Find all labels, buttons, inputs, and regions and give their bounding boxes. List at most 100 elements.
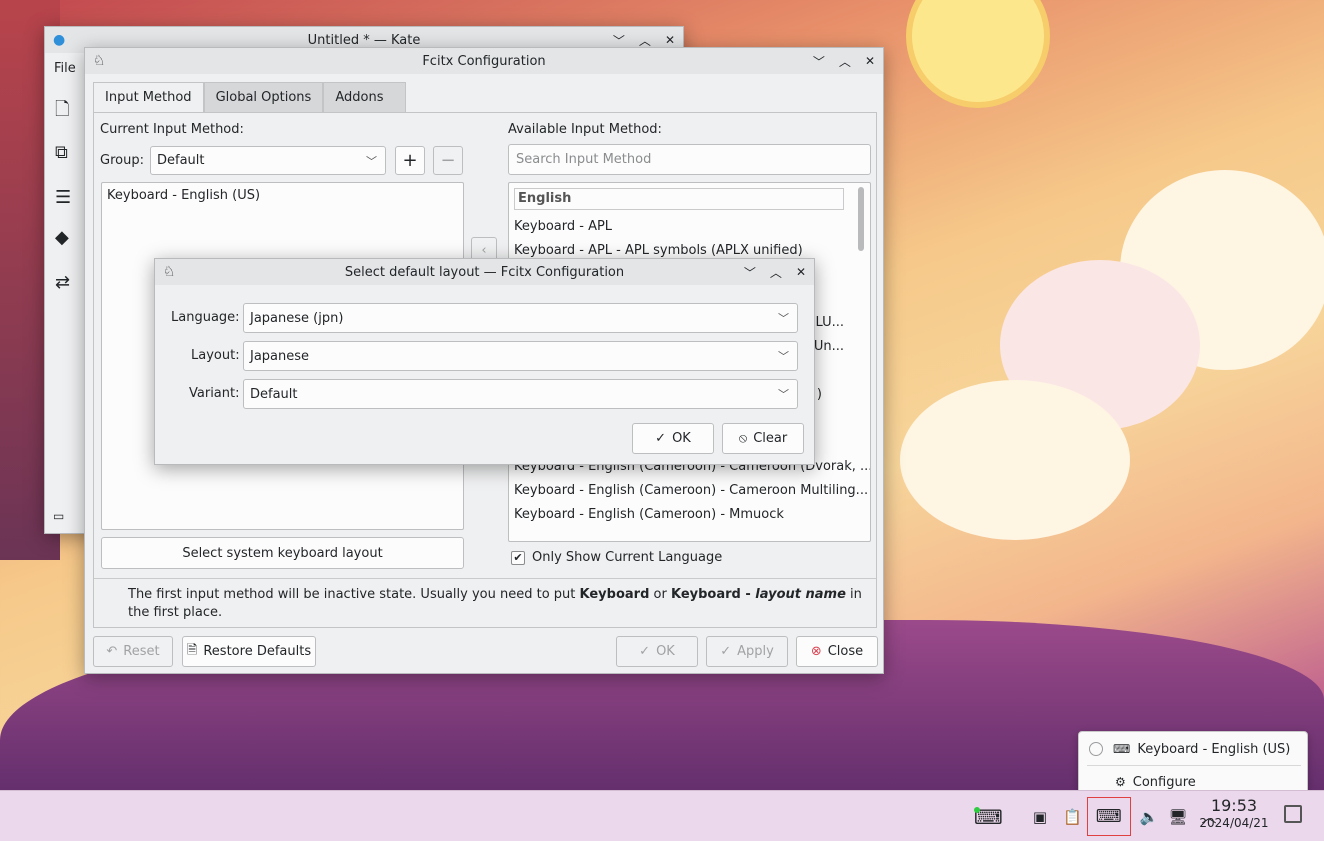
document-icon: 🗎: [186, 642, 198, 658]
close-button[interactable]: ⊗ Close: [796, 636, 878, 667]
close-icon[interactable]: ✕: [865, 54, 875, 68]
check-icon: ✓: [655, 431, 667, 446]
settings-icon: ⚙: [1115, 775, 1126, 789]
info-text-part: or: [649, 587, 671, 602]
fcitx-app-icon: ♘: [93, 53, 106, 69]
chevron-down-icon: ﹀: [366, 154, 377, 168]
restore-defaults-button[interactable]: 🗎 Restore Defaults: [182, 636, 316, 667]
apply-button[interactable]: ✓ Apply: [706, 636, 788, 667]
popup-item-label: Keyboard - English (US): [1137, 741, 1291, 757]
clock[interactable]: 19:53 2024/04/21: [1199, 797, 1269, 831]
restore-label: Restore Defaults: [203, 644, 312, 659]
language-label: Language:: [171, 310, 240, 325]
remove-group-button[interactable]: −: [433, 146, 463, 175]
popup-item-keyboard[interactable]: ⌨ Keyboard - English (US): [1079, 735, 1307, 763]
close-icon[interactable]: ✕: [665, 33, 675, 47]
radio-icon: [1089, 742, 1103, 756]
taskbar: ⌨ ▣ 📋 ⌨ 🔈 🖥 ︿ 19:53 2024/04/21: [0, 790, 1324, 841]
chevron-left-icon: ‹: [481, 242, 487, 258]
documents-icon[interactable]: ⧉: [55, 142, 68, 163]
keyboard-layout-icon[interactable]: ⌨: [974, 805, 1003, 829]
only-current-language-checkbox[interactable]: ✔: [511, 551, 525, 565]
select-system-keyboard-layout-button[interactable]: Select system keyboard layout: [101, 537, 464, 569]
list-item[interactable]: Keyboard - English (Cameroon) - Mmuock: [509, 503, 870, 527]
system-tray: ⌨ ▣ 📋 ⌨ 🔈 🖥 ︿: [974, 791, 1216, 841]
maximize-icon[interactable]: ︿: [639, 32, 651, 49]
group-label: Group:: [100, 153, 144, 168]
dialog-clear-label: Clear: [753, 431, 788, 446]
reset-label: Reset: [123, 644, 160, 659]
apply-label: Apply: [737, 644, 774, 659]
keyboard-icon: ⌨: [1113, 742, 1131, 756]
check-icon: ✓: [720, 644, 732, 659]
fcitx-keyboard-icon[interactable]: ⌨: [1086, 797, 1131, 836]
symbols-icon[interactable]: ⇄: [55, 272, 70, 293]
tab-input-method[interactable]: Input Method: [93, 82, 204, 112]
info-bold: Keyboard -: [670, 587, 756, 602]
dialog-ok-button[interactable]: ✓ OK: [632, 423, 714, 454]
terminal-icon[interactable]: ▣: [1033, 808, 1047, 826]
layout-combo[interactable]: Japanese ﹀: [243, 341, 798, 371]
plus-icon: +: [402, 150, 418, 171]
close-label: Close: [827, 644, 864, 659]
clock-time: 19:53: [1210, 796, 1258, 815]
projects-icon[interactable]: ☰: [55, 187, 71, 208]
dialog-clear-button[interactable]: ⦸ Clear: [722, 423, 804, 454]
layout-label: Layout:: [191, 348, 240, 363]
chevron-down-icon: ﹀: [778, 388, 789, 401]
list-group-header: English: [514, 188, 844, 210]
network-icon[interactable]: 🖥: [1168, 808, 1187, 826]
ok-label: OK: [656, 644, 675, 659]
minimize-icon[interactable]: ﹀: [744, 264, 756, 281]
divider: [94, 578, 876, 579]
current-input-method-label: Current Input Method:: [100, 122, 244, 137]
popup-item-label: Configure: [1132, 774, 1196, 790]
dialog-titlebar: ♘ Select default layout — Fcitx Configur…: [155, 259, 814, 285]
list-item[interactable]: Keyboard - APL: [509, 215, 870, 239]
info-bold-italic: layout name: [755, 587, 846, 602]
maximize-icon[interactable]: ︿: [839, 53, 851, 70]
search-placeholder: Search Input Method: [516, 152, 652, 167]
chevron-down-icon: ﹀: [778, 350, 789, 363]
undo-icon: ↶: [106, 644, 118, 659]
wallpaper-sun: [912, 0, 1044, 102]
git-icon[interactable]: ◆: [55, 227, 69, 248]
search-input[interactable]: Search Input Method: [508, 144, 871, 175]
language-combo[interactable]: Japanese (jpn) ﹀: [243, 303, 798, 333]
add-group-button[interactable]: +: [395, 146, 425, 175]
layout-value: Japanese: [250, 348, 310, 364]
tray-popup-menu: ⌨ Keyboard - English (US) ⚙ Configure: [1078, 731, 1308, 797]
minimize-icon[interactable]: ﹀: [613, 32, 625, 49]
tab-global-options[interactable]: Global Options: [203, 82, 324, 112]
new-document-icon[interactable]: 🗋: [55, 97, 69, 127]
variant-combo[interactable]: Default ﹀: [243, 379, 798, 409]
wallpaper-cloud: [900, 380, 1130, 540]
tab-bar: Input Method Global Options Addons: [93, 82, 407, 112]
dialog-title: Select default layout — Fcitx Configurat…: [344, 264, 625, 280]
fcitx-title: Fcitx Configuration: [422, 53, 546, 69]
ok-button[interactable]: ✓ OK: [616, 636, 698, 667]
clipboard-icon[interactable]: 📋: [1063, 808, 1082, 826]
available-input-method-label: Available Input Method:: [508, 122, 662, 137]
show-desktop-icon[interactable]: [1284, 805, 1302, 823]
fcitx-app-icon: ♘: [163, 264, 176, 280]
reset-button[interactable]: ↶ Reset: [93, 636, 173, 667]
group-value: Default: [157, 153, 205, 168]
tab-addons[interactable]: Addons: [323, 82, 407, 112]
scrollbar[interactable]: [858, 187, 864, 251]
group-combo[interactable]: Default ﹀: [150, 146, 386, 175]
dialog-ok-label: OK: [672, 431, 691, 446]
volume-icon[interactable]: 🔈: [1140, 808, 1159, 826]
maximize-icon[interactable]: ︿: [770, 264, 782, 281]
select-layout-dialog: ♘ Select default layout — Fcitx Configur…: [154, 258, 815, 465]
list-item[interactable]: Keyboard - English (US): [102, 184, 463, 208]
list-item[interactable]: Keyboard - English (Cameroon) - Cameroon…: [509, 479, 870, 503]
minus-icon: −: [440, 150, 456, 171]
clock-date: 2024/04/21: [1199, 816, 1269, 830]
minimize-icon[interactable]: ﹀: [813, 53, 825, 70]
variant-value: Default: [250, 386, 298, 402]
comment-icon[interactable]: ▭: [53, 509, 64, 523]
kate-title: Untitled * — Kate: [307, 32, 421, 48]
close-icon[interactable]: ✕: [796, 265, 806, 279]
menu-file[interactable]: File: [54, 61, 76, 76]
